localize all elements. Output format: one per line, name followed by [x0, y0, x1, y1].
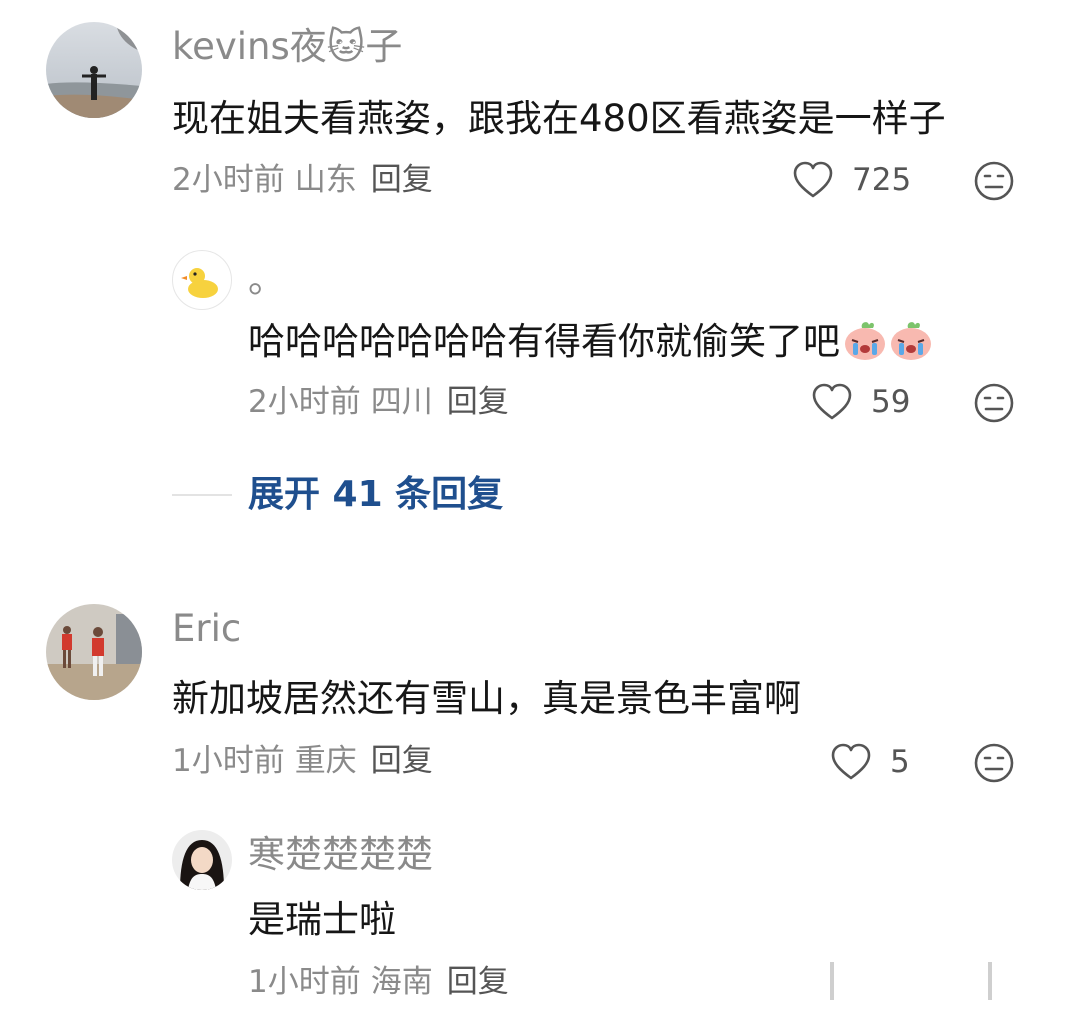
reply-button[interactable]: 回复: [447, 384, 509, 420]
reply-meta: 1小时前 海南 回复: [248, 963, 509, 1001]
like-count: 5: [890, 744, 910, 780]
divider: [172, 494, 232, 496]
heart-outline-icon: [812, 383, 852, 420]
comment-meta: 1小时前 重庆 回复: [172, 742, 433, 780]
comment-location: 重庆: [294, 743, 357, 779]
reply-button[interactable]: 回复: [447, 964, 509, 1000]
action-separator: [830, 962, 834, 1000]
comment-time: 1小时前: [172, 743, 285, 779]
avatar[interactable]: [172, 250, 232, 310]
comment-username[interactable]: Eric: [172, 607, 241, 651]
heart-outline-icon: [831, 743, 871, 780]
action-separator: [988, 962, 992, 1000]
reply-text: 哈哈哈哈哈哈哈有得看你就偷笑了吧: [248, 320, 840, 363]
comment-text: 现在姐夫看燕姿，跟我在480区看燕姿是一样子: [172, 97, 946, 140]
comment-text: 新加坡居然还有雪山，真是景色丰富啊: [172, 677, 801, 720]
comment-time: 2小时前: [172, 162, 285, 198]
reply-username[interactable]: 寒楚楚楚楚: [248, 833, 433, 877]
reply-text-row: 哈哈哈哈哈哈哈有得看你就偷笑了吧: [248, 318, 934, 373]
crying-laugh-peach-emoji: [842, 318, 888, 373]
avatar[interactable]: [46, 604, 142, 700]
comment-username[interactable]: kevins夜🐱子: [172, 25, 402, 69]
reply-meta: 2小时前 四川 回复: [248, 383, 509, 421]
reply-time: 2小时前: [248, 384, 361, 420]
reply-text: 是瑞士啦: [248, 898, 396, 941]
comment-meta: 2小时前 山东 回复: [172, 161, 433, 199]
crying-laugh-peach-emoji: [888, 318, 934, 373]
comment-location: 山东: [294, 162, 357, 198]
duck-icon: [181, 268, 218, 298]
reply-time: 1小时前: [248, 964, 361, 1000]
dislike-button[interactable]: [973, 160, 1015, 202]
like-button[interactable]: [811, 382, 853, 422]
meh-face-icon: [974, 743, 1014, 783]
meh-face-icon: [974, 161, 1014, 201]
avatar[interactable]: [46, 22, 142, 118]
reply-location: 四川: [370, 384, 433, 420]
avatar[interactable]: [172, 830, 232, 890]
like-button[interactable]: [792, 160, 834, 200]
reply-location: 海南: [370, 964, 433, 1000]
reply-button[interactable]: 回复: [371, 743, 433, 779]
heart-outline-icon: [793, 161, 833, 198]
reply-username[interactable]: 。: [248, 258, 285, 302]
meh-face-icon: [974, 383, 1014, 423]
like-count: 725: [852, 162, 912, 198]
dislike-button[interactable]: [973, 382, 1015, 424]
expand-replies-button[interactable]: 展开 41 条回复: [248, 473, 503, 517]
like-button[interactable]: [830, 742, 872, 782]
reply-button[interactable]: 回复: [371, 162, 433, 198]
dislike-button[interactable]: [973, 742, 1015, 784]
like-count: 59: [871, 384, 911, 420]
